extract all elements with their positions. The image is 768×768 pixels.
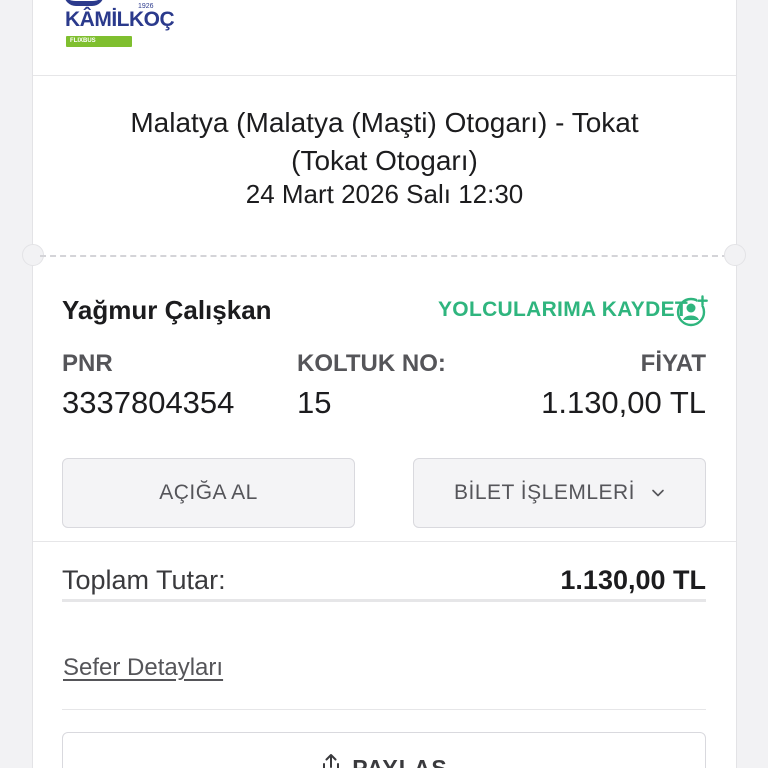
logo-swoosh — [64, 0, 104, 6]
ticket-perforation — [40, 255, 728, 257]
divider — [62, 709, 706, 710]
divider — [62, 599, 706, 602]
total-value: 1.130,00 TL — [560, 565, 706, 595]
share-button[interactable]: PAYLAŞ — [62, 732, 706, 768]
total-label: Toplam Tutar: — [62, 565, 226, 595]
pnr-label: PNR — [62, 350, 113, 377]
pnr-value: 3337804354 — [62, 385, 235, 420]
price-label: FİYAT — [640, 350, 706, 377]
divider — [33, 541, 736, 542]
add-user-icon[interactable] — [676, 295, 708, 327]
release-seat-label: AÇIĞA AL — [159, 481, 258, 504]
ticket-operations-dropdown[interactable]: BİLET İŞLEMLERİ — [413, 458, 706, 528]
chevron-down-icon — [652, 489, 664, 497]
trip-route: Malatya (Malatya (Maşti) Otogarı) - Toka… — [33, 104, 736, 180]
seat-label: KOLTUK NO: — [297, 350, 446, 377]
divider — [33, 75, 736, 76]
share-label: PAYLAŞ — [352, 755, 448, 768]
share-icon — [323, 754, 340, 768]
route-line-1: Malatya (Malatya (Maşti) Otogarı) - Toka… — [130, 107, 639, 138]
kamilkoc-logo: KÂMİLKOÇ 1926 FLIXBUS — [64, 0, 175, 50]
save-passenger-button[interactable]: YOLCULARIMA KAYDET — [438, 298, 688, 322]
seat-value: 15 — [297, 385, 332, 420]
route-line-2: (Tokat Otogarı) — [291, 145, 478, 176]
logo-year: 1926 — [138, 3, 154, 10]
price-value: 1.130,00 TL — [541, 385, 706, 420]
trip-datetime: 24 Mart 2026 Salı 12:30 — [245, 179, 524, 209]
trip-details-link[interactable]: Sefer Detayları — [63, 654, 223, 682]
logo-partner-tag: FLIXBUS — [66, 36, 132, 47]
ticket-operations-label: BİLET İŞLEMLERİ — [453, 481, 636, 504]
release-seat-button[interactable]: AÇIĞA AL — [62, 458, 355, 528]
passenger-name: Yağmur Çalışkan — [62, 295, 272, 325]
logo-brand-text: KÂMİLKOÇ — [65, 8, 175, 31]
ticket-notch-right — [724, 244, 746, 266]
